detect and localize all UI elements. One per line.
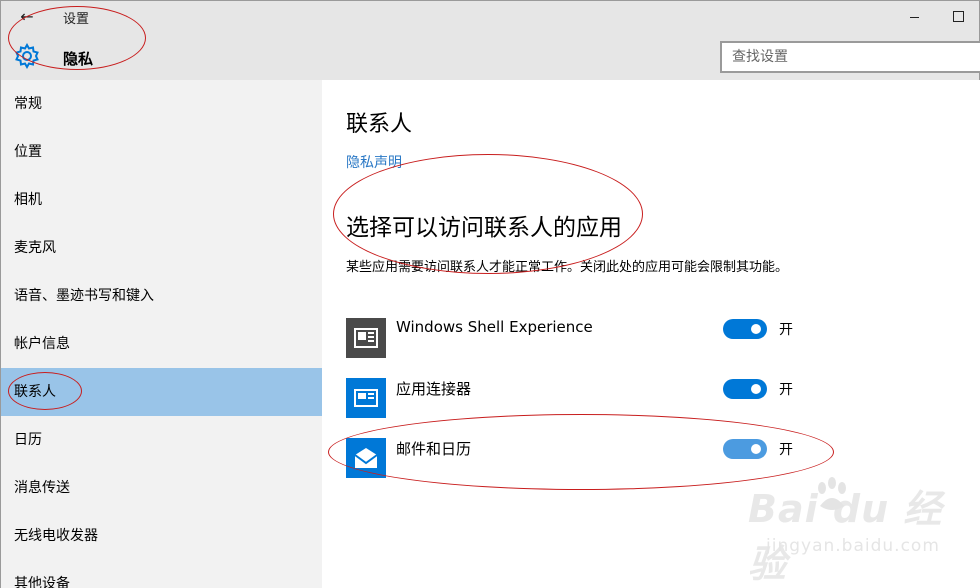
toggle-state-label: 开 <box>779 382 793 398</box>
baidu-jingyan-watermark: Bai du 经验 jingyan.baidu.com <box>748 470 968 586</box>
sidebar-item-location[interactable]: 位置 <box>1 128 323 176</box>
sidebar-item-general[interactable]: 常规 <box>1 80 323 128</box>
app-row: 应用连接器 开 <box>346 378 966 420</box>
search-input[interactable] <box>722 43 980 71</box>
baidu-paw-icon <box>818 477 846 510</box>
toggle-knob <box>751 324 761 334</box>
toggle-knob <box>751 384 761 394</box>
toggle-knob <box>751 444 761 454</box>
sidebar-item-speech-inking-typing[interactable]: 语音、墨迹书写和键入 <box>1 272 323 320</box>
app-connector-icon <box>346 378 386 418</box>
windows-shell-toggle[interactable] <box>723 319 767 339</box>
windows-shell-icon <box>346 318 386 358</box>
watermark-brand: Bai du 经验 <box>748 487 943 586</box>
search-box[interactable] <box>720 41 980 73</box>
mail-calendar-icon <box>346 438 386 478</box>
section-title: 联系人 <box>346 112 413 137</box>
watermark-url: jingyan.baidu.com <box>766 536 940 556</box>
app-name: 应用连接器 <box>396 380 472 398</box>
mail-calendar-toggle[interactable] <box>723 439 767 459</box>
app-name: Windows Shell Experience <box>396 318 593 336</box>
sidebar-item-account-info[interactable]: 帐户信息 <box>1 320 323 368</box>
sidebar-item-contacts[interactable]: 联系人 <box>1 368 323 416</box>
sidebar-item-calendar[interactable]: 日历 <box>1 416 323 464</box>
apps-access-description: 某些应用需要访问联系人才能正常工作。关闭此处的应用可能会限制其功能。 <box>346 260 789 275</box>
title-bar: ← 设置 隐私 <box>0 0 980 80</box>
privacy-statement-link[interactable]: 隐私声明 <box>346 152 402 172</box>
back-arrow-icon: ← <box>20 7 34 26</box>
maximize-button[interactable] <box>945 5 971 27</box>
sidebar-item-radios[interactable]: 无线电收发器 <box>1 512 323 560</box>
back-button[interactable]: ← <box>13 5 41 29</box>
app-connector-toggle[interactable] <box>723 379 767 399</box>
window-title: 设置 <box>63 12 90 27</box>
gear-icon <box>15 43 39 69</box>
sidebar-item-camera[interactable]: 相机 <box>1 176 323 224</box>
toggle-state-label: 开 <box>779 322 793 338</box>
sidebar-item-other-devices[interactable]: 其他设备 <box>1 560 323 588</box>
page-header: 隐私 <box>63 50 94 68</box>
sidebar: 常规 位置 相机 麦克风 语音、墨迹书写和键入 帐户信息 联系人 日历 消息传送… <box>0 80 323 588</box>
sidebar-item-microphone[interactable]: 麦克风 <box>1 224 323 272</box>
apps-access-heading: 选择可以访问联系人的应用 <box>346 215 622 241</box>
app-name: 邮件和日历 <box>396 440 472 458</box>
app-row: Windows Shell Experience 开 <box>346 318 966 360</box>
toggle-state-label: 开 <box>779 442 793 458</box>
minimize-button[interactable] <box>901 5 927 27</box>
sidebar-item-messaging[interactable]: 消息传送 <box>1 464 323 512</box>
